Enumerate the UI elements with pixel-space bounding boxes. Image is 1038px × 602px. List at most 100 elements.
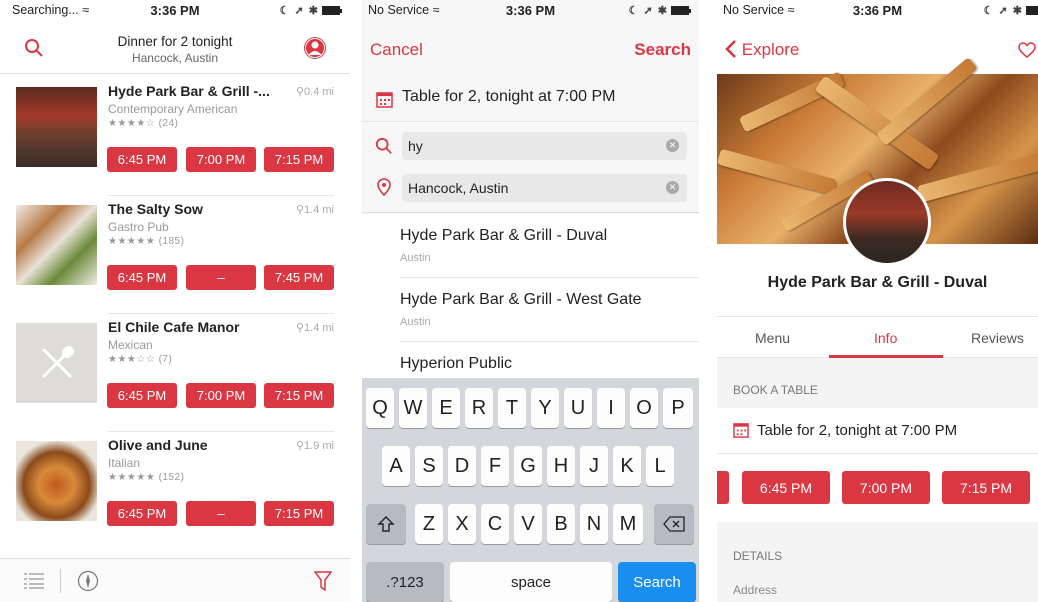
restaurant-photo — [16, 441, 97, 521]
restaurant-row[interactable]: The Salty Sow ⚲1.4 mi Gastro Pub ★★★★★ (… — [0, 196, 350, 314]
header: Explore — [717, 20, 1038, 74]
search-divider — [362, 212, 699, 213]
compass-icon[interactable] — [77, 570, 99, 592]
key-q[interactable]: Q — [366, 388, 394, 428]
time-slot-button[interactable]: 6:45 PM — [107, 383, 177, 408]
restaurant-row[interactable]: Hyde Park Bar & Grill -... ⚲0.4 mi Conte… — [0, 78, 350, 196]
search-button[interactable]: Search — [634, 40, 691, 60]
clear-icon[interactable]: ✕ — [666, 139, 679, 152]
shift-key[interactable] — [366, 504, 406, 544]
restaurant-photo — [16, 87, 97, 167]
key-h[interactable]: H — [547, 446, 575, 486]
profile-icon[interactable] — [303, 36, 327, 60]
key-s[interactable]: S — [415, 446, 443, 486]
clear-icon[interactable]: ✕ — [666, 181, 679, 194]
pin-icon: ⚲ — [295, 86, 305, 98]
battery-icon — [322, 6, 342, 16]
distance: 1.4 mi — [304, 204, 334, 216]
filter-icon[interactable] — [314, 571, 332, 591]
location-input[interactable]: Hancock, Austin ✕ — [402, 174, 687, 202]
key-y[interactable]: Y — [531, 388, 559, 428]
reservation-row[interactable]: Table for 2, tonight at 7:00 PM — [717, 408, 1038, 454]
section-header: DETAILS — [733, 549, 783, 563]
result-name: Hyde Park Bar & Grill - Duval — [400, 227, 608, 244]
delete-key[interactable] — [654, 504, 694, 544]
key-f[interactable]: F — [481, 446, 509, 486]
rating: ★★★★☆ (24) — [108, 118, 179, 129]
status-icons: ☾ ➚ ✱ — [629, 4, 691, 17]
key-t[interactable]: T — [498, 388, 526, 428]
time-slot-button[interactable]: 7:15 PM — [942, 471, 1030, 504]
tab-info[interactable]: Info — [874, 330, 897, 346]
keyboard: Q W E R T Y U I O P A S D F G H J K L Z … — [362, 378, 699, 602]
search-input[interactable]: hy ✕ — [402, 132, 687, 160]
restaurant-name: Hyde Park Bar & Grill -... — [108, 83, 270, 99]
key-v[interactable]: V — [514, 504, 542, 544]
key-x[interactable]: X — [448, 504, 476, 544]
search-query: hy — [408, 138, 423, 154]
key-m[interactable]: M — [613, 504, 643, 544]
key-b[interactable]: B — [547, 504, 575, 544]
search-result-item[interactable]: Hyde Park Bar & Grill - West Gate Austin — [362, 278, 699, 342]
search-result-item[interactable]: Hyde Park Bar & Grill - Duval Austin — [362, 214, 699, 278]
pin-icon: ⚲ — [295, 322, 305, 334]
time-slot-button[interactable]: 7:45 PM — [264, 265, 334, 290]
cancel-button[interactable]: Cancel — [370, 40, 423, 60]
key-e[interactable]: E — [432, 388, 460, 428]
pin-icon: ⚲ — [295, 440, 305, 452]
header: Cancel Search — [362, 20, 699, 78]
reservation-summary: Table for 2, tonight at 7:00 PM — [757, 422, 958, 439]
key-g[interactable]: G — [514, 446, 542, 486]
toolbar-divider — [60, 569, 61, 593]
time-slot-button[interactable]: 7:15 PM — [264, 383, 334, 408]
time-slot-button[interactable]: 7:15 PM — [264, 147, 334, 172]
key-a[interactable]: A — [382, 446, 410, 486]
time-slot-button[interactable]: 6:45 PM — [107, 501, 177, 526]
tab-reviews[interactable]: Reviews — [971, 330, 1024, 346]
key-i[interactable]: I — [597, 388, 625, 428]
key-n[interactable]: N — [580, 504, 608, 544]
cuisine: Italian — [108, 456, 141, 470]
restaurant-row[interactable]: Olive and June ⚲1.9 mi Italian ★★★★★ (15… — [0, 432, 350, 550]
heart-icon[interactable] — [1018, 42, 1036, 58]
key-l[interactable]: L — [646, 446, 674, 486]
space-key[interactable]: space — [450, 562, 612, 602]
restaurant-row[interactable]: El Chile Cafe Manor ⚲1.4 mi Mexican ★★★☆… — [0, 314, 350, 432]
numbers-key[interactable]: .?123 — [366, 562, 444, 602]
list-view-icon[interactable] — [24, 573, 44, 589]
distance: 1.4 mi — [304, 322, 334, 334]
placeholder-photo — [16, 323, 97, 403]
time-slot-button[interactable]: 7:00 PM — [842, 471, 930, 504]
rating: ★★★★★ (152) — [108, 472, 185, 483]
time-slot-button-partial[interactable] — [717, 471, 729, 504]
key-k[interactable]: K — [613, 446, 641, 486]
chevron-left-icon — [725, 40, 736, 58]
key-u[interactable]: U — [564, 388, 592, 428]
key-z[interactable]: Z — [415, 504, 443, 544]
key-w[interactable]: W — [399, 388, 427, 428]
search-key[interactable]: Search — [618, 562, 696, 602]
key-c[interactable]: C — [481, 504, 509, 544]
time-slot-button[interactable]: 6:45 PM — [107, 147, 177, 172]
key-p[interactable]: P — [663, 388, 693, 428]
party-size-selector[interactable]: Table for 2, tonight at 7:00 PM — [362, 78, 699, 122]
time-slot-button[interactable]: 7:00 PM — [186, 383, 256, 408]
time-slot-button[interactable]: – — [186, 265, 256, 290]
distance: 1.9 mi — [304, 440, 334, 452]
tab-menu[interactable]: Menu — [755, 330, 790, 346]
key-d[interactable]: D — [448, 446, 476, 486]
key-j[interactable]: J — [580, 446, 608, 486]
rating: ★★★☆☆ (7) — [108, 354, 173, 365]
time-slot-button[interactable]: 7:00 PM — [186, 147, 256, 172]
section-header: BOOK A TABLE — [733, 383, 818, 397]
time-slot-button[interactable]: 6:45 PM — [107, 265, 177, 290]
time-slot-button[interactable]: 7:15 PM — [264, 501, 334, 526]
key-o[interactable]: O — [630, 388, 658, 428]
location-value: Hancock, Austin — [408, 180, 509, 196]
time-slot-button[interactable]: 6:45 PM — [742, 471, 830, 504]
time-slot-button[interactable]: – — [186, 501, 256, 526]
restaurant-name: Olive and June — [108, 437, 208, 453]
key-r[interactable]: R — [465, 388, 493, 428]
pin-icon: ⚲ — [295, 204, 305, 216]
back-button[interactable]: Explore — [725, 40, 799, 60]
